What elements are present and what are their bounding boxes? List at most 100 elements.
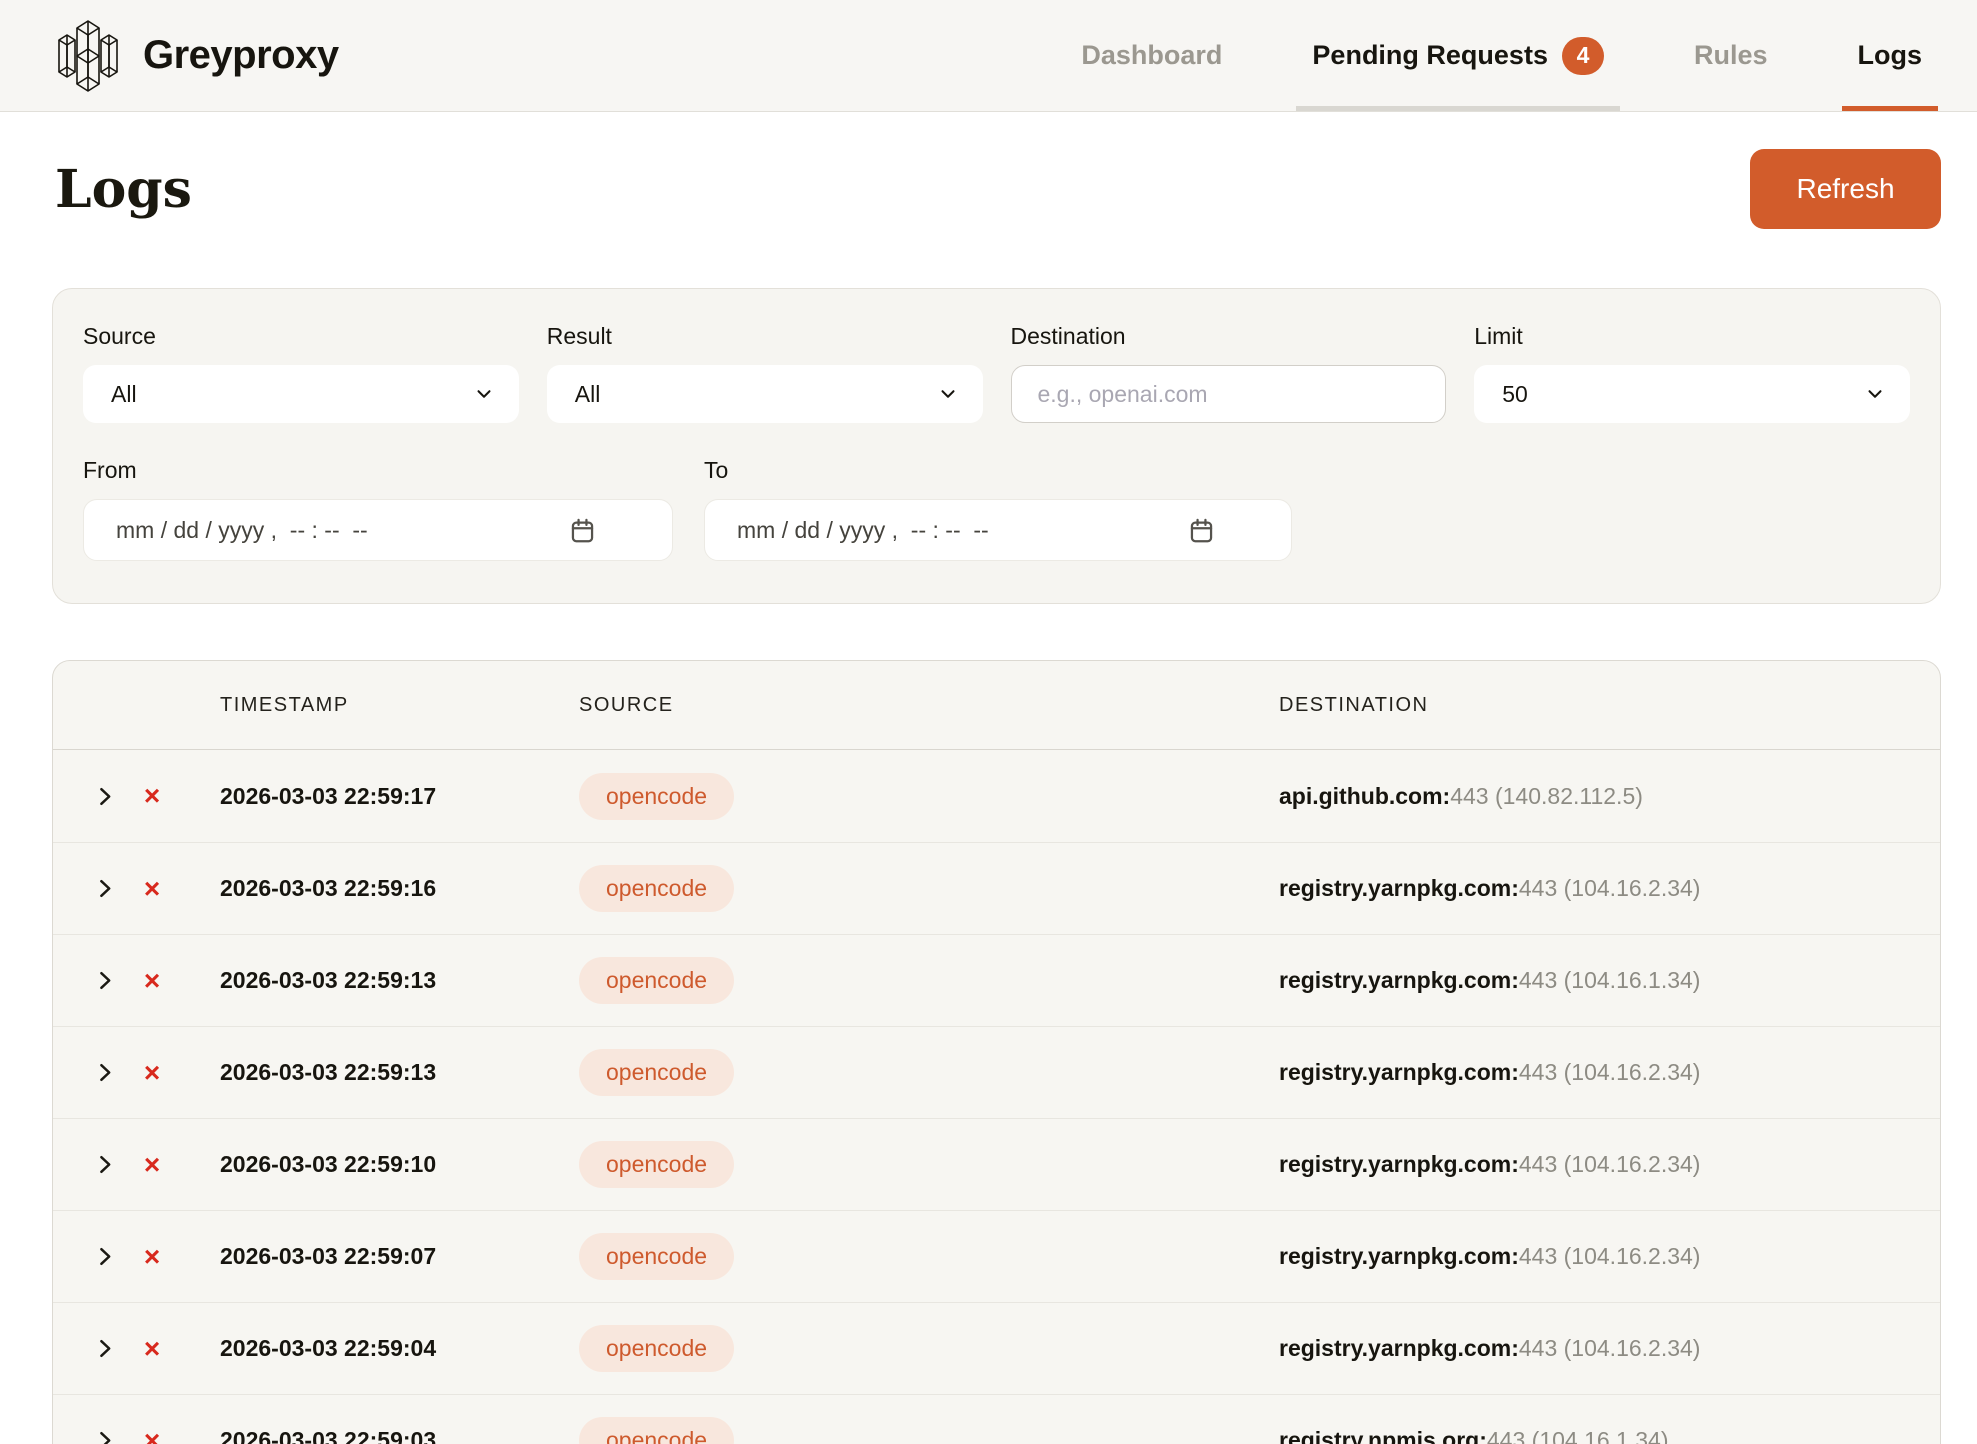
- col-header-destination: DESTINATION: [1279, 694, 1940, 717]
- expand-row-button[interactable]: [89, 966, 119, 996]
- filter-source: Source All: [83, 323, 519, 423]
- delete-row-button[interactable]: ×: [137, 1242, 167, 1272]
- source-label: Source: [83, 323, 519, 350]
- calendar-icon: [569, 463, 646, 598]
- destination-host: registry.yarnpkg.com:: [1279, 1151, 1519, 1177]
- destination-host: registry.yarnpkg.com:: [1279, 1335, 1519, 1361]
- destination-host: registry.yarnpkg.com:: [1279, 1243, 1519, 1269]
- table-row: × 2026-03-03 22:59:13 opencode registry.…: [53, 1026, 1940, 1118]
- filter-result: Result All: [547, 323, 983, 423]
- expand-row-button[interactable]: [89, 1242, 119, 1272]
- limit-label: Limit: [1474, 323, 1910, 350]
- source-badge: opencode: [579, 1417, 734, 1444]
- expand-row-button[interactable]: [89, 874, 119, 904]
- table-row: × 2026-03-03 22:59:10 opencode registry.…: [53, 1118, 1940, 1210]
- destination-label: Destination: [1011, 323, 1447, 350]
- row-destination: registry.yarnpkg.com:443 (104.16.2.34): [1279, 875, 1940, 902]
- row-timestamp: 2026-03-03 22:59:16: [220, 875, 579, 902]
- chevron-down-icon: [937, 383, 959, 405]
- filter-from: From mm / dd / yyyy , -- : -- --: [83, 457, 673, 561]
- page-title: Logs: [52, 159, 192, 220]
- source-badge: opencode: [579, 865, 734, 912]
- row-destination: registry.yarnpkg.com:443 (104.16.2.34): [1279, 1243, 1940, 1270]
- delete-row-button[interactable]: ×: [137, 781, 167, 811]
- delete-row-button[interactable]: ×: [137, 1334, 167, 1364]
- delete-row-button[interactable]: ×: [137, 1058, 167, 1088]
- destination-host: registry.npmjs.org:: [1279, 1427, 1487, 1444]
- destination-port-ip: 443 (140.82.112.5): [1450, 783, 1643, 809]
- logs-page: Logs Refresh Source All Result All: [0, 149, 1977, 1444]
- source-select[interactable]: All: [83, 365, 519, 423]
- to-datetime-value: mm / dd / yyyy , -- : -- --: [737, 517, 989, 544]
- delete-row-button[interactable]: ×: [137, 874, 167, 904]
- expand-row-button[interactable]: [89, 1150, 119, 1180]
- filter-to: To mm / dd / yyyy , -- : -- --: [704, 457, 1292, 561]
- filter-destination: Destination: [1011, 323, 1447, 423]
- refresh-button[interactable]: Refresh: [1750, 149, 1941, 229]
- row-destination: registry.yarnpkg.com:443 (104.16.2.34): [1279, 1151, 1940, 1178]
- destination-input[interactable]: [1011, 365, 1447, 423]
- row-timestamp: 2026-03-03 22:59:13: [220, 1059, 579, 1086]
- logs-table-body: × 2026-03-03 22:59:17 opencode api.githu…: [53, 750, 1940, 1444]
- delete-row-button[interactable]: ×: [137, 966, 167, 996]
- nav-label-logs: Logs: [1858, 40, 1923, 71]
- table-row: × 2026-03-03 22:59:17 opencode api.githu…: [53, 750, 1940, 842]
- destination-port-ip: 443 (104.16.2.34): [1519, 1335, 1701, 1361]
- limit-select[interactable]: 50: [1474, 365, 1910, 423]
- row-timestamp: 2026-03-03 22:59:10: [220, 1151, 579, 1178]
- nav-label-rules: Rules: [1694, 40, 1768, 71]
- chevron-down-icon: [1864, 383, 1886, 405]
- source-badge: opencode: [579, 957, 734, 1004]
- nav-item-rules[interactable]: Rules: [1678, 0, 1784, 111]
- col-header-source: SOURCE: [579, 694, 1279, 717]
- table-row: × 2026-03-03 22:59:04 opencode registry.…: [53, 1302, 1940, 1394]
- brand-name: Greyproxy: [143, 33, 339, 78]
- chevron-down-icon: [473, 383, 495, 405]
- destination-host: api.github.com:: [1279, 783, 1450, 809]
- table-row: × 2026-03-03 22:59:16 opencode registry.…: [53, 842, 1940, 934]
- source-badge: opencode: [579, 1233, 734, 1280]
- source-badge: opencode: [579, 1325, 734, 1372]
- row-destination: registry.npmjs.org:443 (104.16.1.34): [1279, 1427, 1940, 1444]
- expand-row-button[interactable]: [89, 1426, 119, 1444]
- destination-port-ip: 443 (104.16.2.34): [1519, 875, 1701, 901]
- nav-item-dashboard[interactable]: Dashboard: [1065, 0, 1238, 111]
- filter-limit: Limit 50: [1474, 323, 1910, 423]
- app-header: Greyproxy Dashboard Pending Requests 4 R…: [0, 0, 1977, 112]
- expand-row-button[interactable]: [89, 1334, 119, 1364]
- from-datetime-input[interactable]: mm / dd / yyyy , -- : -- --: [83, 499, 673, 561]
- from-datetime-value: mm / dd / yyyy , -- : -- --: [116, 517, 368, 544]
- destination-port-ip: 443 (104.16.1.34): [1519, 967, 1701, 993]
- row-destination: api.github.com:443 (140.82.112.5): [1279, 783, 1940, 810]
- result-select[interactable]: All: [547, 365, 983, 423]
- to-datetime-input[interactable]: mm / dd / yyyy , -- : -- --: [704, 499, 1292, 561]
- delete-row-button[interactable]: ×: [137, 1150, 167, 1180]
- row-timestamp: 2026-03-03 22:59:03: [220, 1427, 579, 1444]
- nav-item-pending-requests[interactable]: Pending Requests 4: [1296, 0, 1620, 111]
- greyproxy-logo-icon: [55, 19, 121, 93]
- expand-row-button[interactable]: [89, 781, 119, 811]
- row-destination: registry.yarnpkg.com:443 (104.16.2.34): [1279, 1059, 1940, 1086]
- nav-underline-active: [1842, 106, 1939, 111]
- table-row: × 2026-03-03 22:59:13 opencode registry.…: [53, 934, 1940, 1026]
- pending-count-badge: 4: [1562, 37, 1604, 75]
- nav-label-dashboard: Dashboard: [1081, 40, 1222, 71]
- main-nav: Dashboard Pending Requests 4 Rules Logs: [1065, 0, 1938, 111]
- logs-table-header: TIMESTAMP SOURCE DESTINATION: [53, 661, 1940, 750]
- delete-row-button[interactable]: ×: [137, 1426, 167, 1444]
- logs-table: TIMESTAMP SOURCE DESTINATION × 2026-03-0…: [52, 660, 1941, 1444]
- calendar-icon: [1188, 463, 1265, 598]
- nav-underline-grey: [1296, 106, 1620, 111]
- col-header-timestamp: TIMESTAMP: [220, 694, 579, 717]
- destination-host: registry.yarnpkg.com:: [1279, 967, 1519, 993]
- expand-row-button[interactable]: [89, 1058, 119, 1088]
- destination-port-ip: 443 (104.16.2.34): [1519, 1151, 1701, 1177]
- source-badge: opencode: [579, 1049, 734, 1096]
- destination-port-ip: 443 (104.16.2.34): [1519, 1059, 1701, 1085]
- row-timestamp: 2026-03-03 22:59:04: [220, 1335, 579, 1362]
- nav-item-logs[interactable]: Logs: [1842, 0, 1939, 111]
- row-timestamp: 2026-03-03 22:59:17: [220, 783, 579, 810]
- destination-port-ip: 443 (104.16.1.34): [1487, 1427, 1669, 1444]
- table-row: × 2026-03-03 22:59:03 opencode registry.…: [53, 1394, 1940, 1444]
- nav-label-pending-requests: Pending Requests: [1312, 40, 1548, 71]
